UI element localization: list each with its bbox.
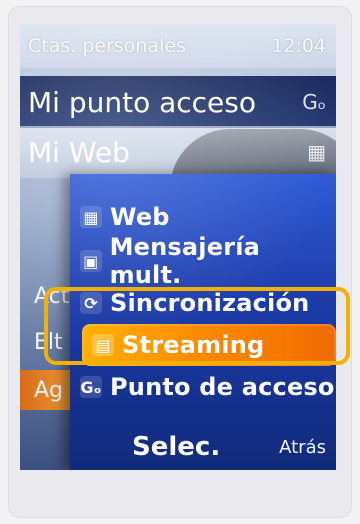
phone-screen: Ctas. personales 12:04 Mi punto acceso G…	[20, 24, 336, 470]
menu-item-label: Web	[110, 203, 170, 231]
status-bar: Ctas. personales 12:04	[20, 24, 336, 68]
menu-item-label: Punto de acceso	[110, 373, 335, 401]
status-title: Ctas. personales	[28, 35, 186, 57]
menu-item-sync[interactable]: ⟳ Sincronización	[70, 282, 336, 324]
web-icon: ▦	[307, 140, 326, 164]
menu-item-mms[interactable]: ▣ Mensajería mult.	[70, 233, 336, 289]
softkey-back[interactable]: Atrás	[279, 437, 326, 458]
mms-icon: ▣	[80, 250, 102, 272]
access-point-icon: Gₒ	[302, 90, 326, 114]
menu-item-label: Sincronización	[110, 289, 310, 317]
background-list-item-label: Mi Web	[28, 135, 130, 169]
background-list-item-label: Mi punto acceso	[28, 85, 257, 119]
background-list-item-web: Mi Web ▦	[20, 126, 336, 178]
menu-item-label: Mensajería mult.	[109, 233, 261, 289]
streaming-icon: ▤	[92, 334, 114, 356]
access-point-icon: Gₒ	[80, 376, 102, 398]
softkeys: Selec. Atrás	[20, 424, 336, 470]
status-time: 12:04	[271, 35, 326, 57]
menu-item-web[interactable]: ▦ Web	[70, 196, 336, 238]
menu-item-access-point[interactable]: Gₒ Punto de acceso	[70, 366, 336, 408]
web-icon: ▦	[80, 206, 102, 228]
background-list-item-access-point: Mi punto acceso Gₒ	[20, 76, 336, 128]
menu-item-streaming[interactable]: ▤ Streaming	[82, 324, 336, 366]
sync-icon: ⟳	[80, 292, 102, 314]
softkey-select[interactable]: Selec.	[132, 432, 220, 462]
menu-item-label: Streaming	[122, 331, 265, 359]
